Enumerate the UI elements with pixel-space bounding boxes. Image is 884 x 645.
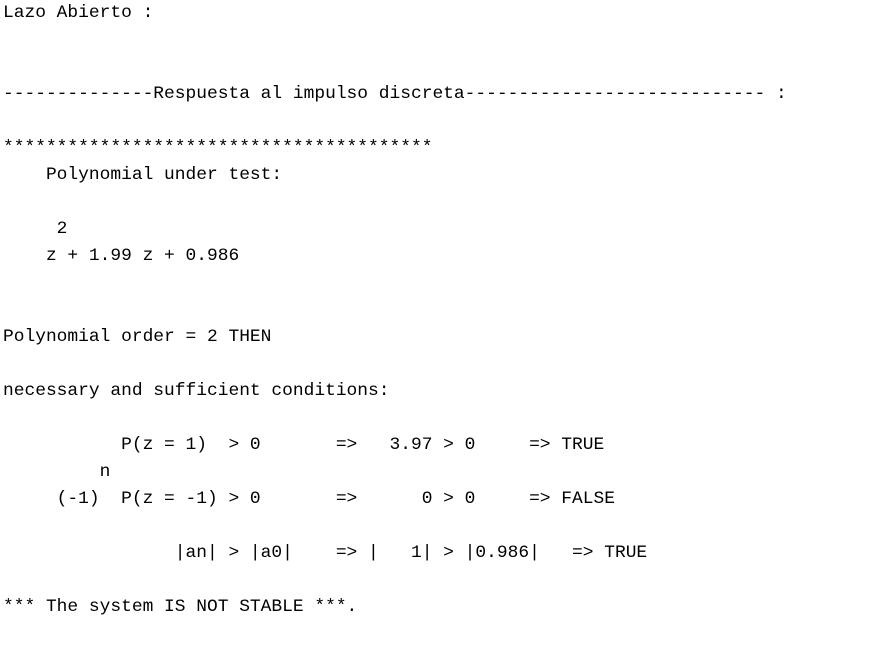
conditions-heading-line: necessary and sufficient conditions: <box>3 381 390 401</box>
polynomial-order-line: Polynomial order = 2 THEN <box>3 327 272 347</box>
condition-p-z1-line: P(z = 1) > 0 => 3.97 > 0 => TRUE <box>3 435 605 455</box>
condition-p-zminus1-line: (-1) P(z = -1) > 0 => 0 > 0 => FALSE <box>3 489 615 509</box>
polynomial-label-line: Polynomial under test: <box>3 165 283 185</box>
stability-result-line: *** The system IS NOT STABLE ***. <box>3 597 358 617</box>
title-line: Lazo Abierto : <box>3 3 154 23</box>
asterisk-separator-line: **************************************** <box>3 138 433 158</box>
condition-exponent-n-line: n <box>3 462 111 482</box>
condition-an-a0-line: |an| > |a0| => | 1| > |0.986| => TRUE <box>3 543 648 563</box>
console-output: Lazo Abierto : --------------Respuesta a… <box>3 0 883 621</box>
section-header-line: --------------Respuesta al impulso discr… <box>3 84 787 104</box>
polynomial-expression-line: z + 1.99 z + 0.986 <box>3 246 240 266</box>
polynomial-exponent-line: 2 <box>3 219 68 239</box>
